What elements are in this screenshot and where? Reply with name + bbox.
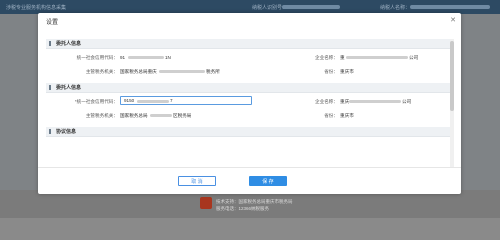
header-taxpayer-name-label: 纳税人名称：: [380, 5, 411, 11]
agreement-info-section: 协议信息: [46, 127, 450, 137]
dialog-body: 委托人信息 统一社会信用代码： 91 1N 企业名称： 重 公司 主管税务机关：…: [46, 39, 454, 167]
form-row: 主管税务机关： 国家税务总局 区税务局 省份： 重庆市: [46, 109, 450, 125]
credit-code-label: *统一社会信用代码：: [74, 99, 118, 104]
principal-info-section: 委托人信息 统一社会信用代码： 91 1N 企业名称： 重 公司 主管税务机关：…: [46, 39, 450, 81]
save-button[interactable]: 保 存: [249, 176, 287, 186]
background-header: 涉税专业服务机构信息采集 纳税人识别号： 纳税人名称：: [0, 0, 500, 14]
header-taxpayer-id-mask: [282, 5, 340, 9]
footer-support-text: 技术支持：国家税务总局重庆市税务局: [216, 199, 293, 204]
header-taxpayer-name-mask: [410, 5, 490, 9]
section-title: 委托人信息: [56, 85, 82, 91]
header-title: 涉税专业服务机构信息采集: [6, 5, 67, 11]
redacted-mask: [346, 56, 408, 59]
collapse-bar-icon: [49, 41, 51, 46]
scrollbar[interactable]: [450, 39, 454, 167]
form-row: 主管税务机关： 国家税务总局重庆 税务所 省份： 重庆市: [46, 65, 450, 81]
tax-emblem-icon: [200, 197, 212, 209]
company-name-tail: 公司: [402, 99, 412, 104]
region-label: 省份：: [324, 113, 338, 118]
collapse-bar-icon: [49, 129, 51, 134]
scrollbar-thumb[interactable]: [450, 41, 454, 111]
tax-authority-tail: 区税务局: [173, 113, 192, 118]
credit-code-tail: 1N: [165, 55, 171, 60]
credit-code-input[interactable]: 9150 7: [120, 96, 252, 105]
section-header[interactable]: 协议信息: [46, 127, 450, 137]
company-name-value: 重: [340, 55, 345, 60]
redacted-mask: [349, 100, 401, 103]
dialog-footer: 取 消 保 存: [38, 167, 461, 194]
company-name-label: 企业名称：: [315, 99, 338, 104]
agent-info-section: 委托人信息 *统一社会信用代码： 9150 7 企业名称： 重庆 公司 主管税务…: [46, 83, 450, 125]
tax-authority-label: 主管税务机关：: [85, 113, 118, 118]
company-name-tail: 公司: [409, 55, 419, 60]
cancel-button[interactable]: 取 消: [178, 176, 216, 186]
credit-code-input-value: 9150: [124, 98, 135, 103]
tax-authority-value: 国家税务总局: [120, 113, 148, 118]
section-title: 委托人信息: [56, 41, 82, 47]
section-header[interactable]: 委托人信息: [46, 83, 450, 93]
company-name-label: 企业名称：: [315, 55, 338, 60]
form-row: 统一社会信用代码： 91 1N 企业名称： 重 公司: [46, 49, 450, 65]
credit-code-label: 统一社会信用代码：: [76, 55, 118, 60]
collapse-bar-icon: [49, 85, 51, 90]
tax-authority-label: 主管税务机关：: [85, 69, 118, 74]
redacted-mask: [159, 70, 205, 73]
form-row: *统一社会信用代码： 9150 7 企业名称： 重庆 公司: [46, 93, 450, 109]
region-value: 重庆市: [340, 69, 354, 74]
close-icon[interactable]: ✕: [450, 16, 456, 24]
tax-authority-value: 国家税务总局重庆: [120, 69, 157, 74]
credit-code-input-tail: 7: [170, 98, 173, 103]
footer-phone-text: 服务电话：12366纳税服务: [216, 206, 270, 211]
redacted-mask: [150, 114, 172, 117]
region-value: 重庆市: [340, 113, 354, 118]
section-header[interactable]: 委托人信息: [46, 39, 450, 49]
dialog-title: 设置: [46, 20, 59, 26]
section-title: 协议信息: [56, 129, 77, 135]
tax-authority-tail: 税务所: [206, 69, 220, 74]
credit-code-value: 91: [120, 55, 126, 60]
redacted-mask: [128, 56, 164, 59]
redacted-mask: [137, 100, 169, 103]
company-name-value: 重庆: [340, 99, 350, 104]
region-label: 省份：: [324, 69, 338, 74]
settings-dialog: 设置 ✕ 委托人信息 统一社会信用代码： 91 1N 企业名称： 重 公司 主管…: [38, 13, 461, 194]
